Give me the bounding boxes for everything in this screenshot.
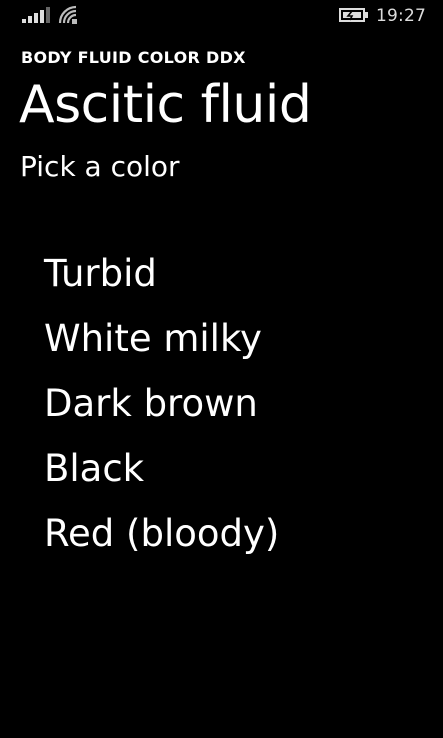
- page-subtitle: Pick a color: [20, 150, 180, 183]
- color-option-turbid[interactable]: Turbid: [44, 246, 279, 311]
- color-option-white-milky[interactable]: White milky: [44, 311, 279, 376]
- app-title: BODY FLUID COLOR DDX: [21, 48, 246, 67]
- color-option-dark-brown[interactable]: Dark brown: [44, 376, 279, 441]
- battery-charging-icon: [339, 8, 368, 22]
- color-option-red-bloody[interactable]: Red (bloody): [44, 506, 279, 571]
- page-title: Ascitic fluid: [19, 75, 312, 135]
- status-time: 19:27: [376, 6, 426, 26]
- color-option-black[interactable]: Black: [44, 441, 279, 506]
- signal-strength-icon: [22, 7, 50, 23]
- color-options-list: Turbid White milky Dark brown Black Red …: [44, 246, 279, 571]
- status-bar: 19:27: [0, 0, 443, 32]
- wifi-icon: [58, 5, 77, 24]
